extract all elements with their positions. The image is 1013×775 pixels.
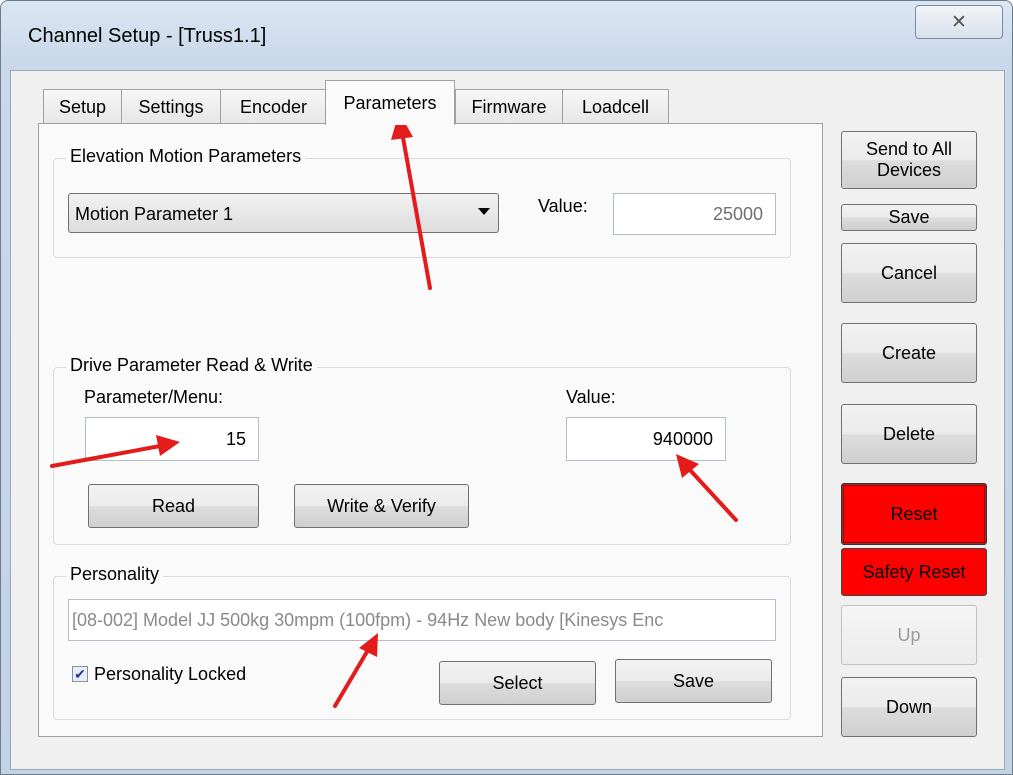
read-button[interactable]: Read	[88, 484, 259, 528]
send-to-all-devices-button[interactable]: Send to All Devices	[841, 131, 977, 189]
tab-settings[interactable]: Settings	[121, 89, 221, 124]
safety-reset-button[interactable]: Safety Reset	[841, 548, 987, 596]
motion-parameter-selected: Motion Parameter 1	[75, 204, 234, 224]
personality-field[interactable]: [08-002] Model JJ 500kg 30mpm (100fpm) -…	[68, 599, 776, 641]
drive-value-field[interactable]: 940000	[566, 417, 726, 461]
motion-parameter-select[interactable]: Motion Parameter 1	[68, 193, 499, 233]
tab-label: Firmware	[471, 96, 547, 117]
cancel-button[interactable]: Cancel	[841, 243, 977, 303]
tab-label: Setup	[58, 96, 107, 117]
title-bar: Channel Setup - [Truss1.1] ✕	[1, 1, 1012, 71]
close-button[interactable]: ✕	[915, 5, 1003, 39]
tab-parameters[interactable]: Parameters	[325, 80, 455, 125]
parameter-menu-field[interactable]: 15	[85, 417, 259, 461]
reset-button[interactable]: Reset	[841, 483, 987, 545]
elevation-value-field[interactable]: 25000	[613, 193, 776, 235]
create-button[interactable]: Create	[841, 323, 977, 383]
personality-locked-checkbox[interactable]: ✔	[72, 666, 88, 682]
checkmark-icon: ✔	[74, 665, 86, 682]
personality-select-button[interactable]: Select	[439, 661, 596, 705]
tab-label: Settings	[138, 96, 204, 117]
tab-label: Loadcell	[581, 96, 650, 117]
tab-setup[interactable]: Setup	[43, 89, 122, 124]
drive-value-label: Value:	[566, 387, 616, 407]
elevation-value-label: Value:	[538, 196, 588, 216]
close-icon: ✕	[951, 11, 967, 33]
parameter-menu-label: Parameter/Menu:	[84, 387, 224, 407]
tab-encoder[interactable]: Encoder	[220, 89, 327, 124]
window-title: Channel Setup - [Truss1.1]	[28, 25, 267, 47]
up-button[interactable]: Up	[841, 605, 977, 665]
drive-group-label: Drive Parameter Read & Write	[66, 355, 317, 376]
personality-save-button[interactable]: Save	[615, 659, 772, 703]
personality-group-label: Personality	[66, 564, 164, 585]
tab-loadcell[interactable]: Loadcell	[562, 89, 669, 124]
chevron-down-icon	[478, 208, 490, 215]
write-verify-button[interactable]: Write & Verify	[294, 484, 469, 528]
delete-button[interactable]: Delete	[841, 404, 977, 464]
down-button[interactable]: Down	[841, 677, 977, 737]
tab-label: Parameters	[343, 93, 437, 113]
save-button[interactable]: Save	[841, 204, 977, 231]
tab-firmware[interactable]: Firmware	[455, 89, 563, 124]
personality-locked-label: Personality Locked	[94, 664, 247, 684]
tab-label: Encoder	[239, 96, 308, 117]
elevation-group-label: Elevation Motion Parameters	[66, 146, 306, 167]
